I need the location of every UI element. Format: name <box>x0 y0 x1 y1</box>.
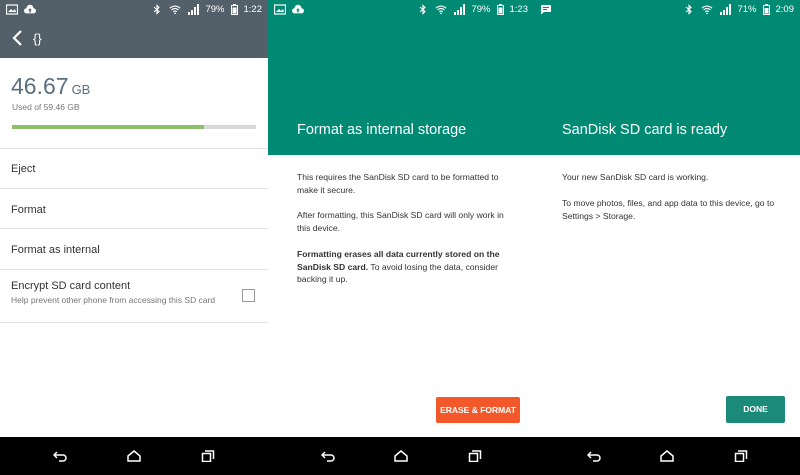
status-time: 1:22 <box>243 4 263 15</box>
move-data-text: To move photos, files, and app data to t… <box>562 198 775 221</box>
gallery-icon <box>6 4 18 15</box>
encrypt-sd-item[interactable]: Encrypt SD card content Help prevent oth… <box>0 269 268 323</box>
bluetooth-icon <box>420 4 427 15</box>
format-device-only-text: After formatting, this SanDisk SD card w… <box>297 210 504 233</box>
ready-header: SanDisk SD card is ready <box>534 0 800 155</box>
format-as-internal-label: Format as internal <box>11 244 100 256</box>
bluetooth-icon <box>154 4 161 15</box>
done-button[interactable]: DONE <box>726 396 785 423</box>
format-item[interactable]: Format <box>0 188 268 228</box>
home-icon[interactable] <box>660 450 674 462</box>
screenshot-stage: 79% 1:22 {} 46.67 GB Used of 59.46 GB Eje… <box>0 0 800 475</box>
used-storage-value: 46.67 GB <box>11 73 91 99</box>
back-icon[interactable] <box>321 450 335 462</box>
storage-settings-screen: 79% 1:22 {} 46.67 GB Used of 59.46 GB Eje… <box>0 0 268 475</box>
battery-percent: 79% <box>471 4 491 15</box>
signal-icon <box>188 4 200 15</box>
sd-card-ready-screen: SanDisk SD card is ready 71% 2:09 Your n… <box>534 0 800 475</box>
used-storage-caption: Used of 59.46 GB <box>12 102 80 112</box>
battery-icon <box>762 4 770 15</box>
format-internal-dialog-screen: Format as internal storage 79% 1:23 This… <box>268 0 534 475</box>
navigation-bar <box>534 437 800 475</box>
message-icon <box>541 5 551 15</box>
back-icon[interactable] <box>587 450 601 462</box>
gallery-icon <box>274 4 286 15</box>
status-bar: 71% 2:09 <box>534 0 800 20</box>
erase-format-button[interactable]: ERASE & FORMAT <box>436 397 520 423</box>
storage-progress-bar <box>12 125 256 129</box>
signal-icon <box>454 4 466 15</box>
eject-item[interactable]: Eject <box>0 148 268 188</box>
status-time: 1:23 <box>509 4 529 15</box>
home-icon[interactable] <box>127 450 141 462</box>
battery-icon <box>230 4 238 15</box>
navigation-bar <box>268 437 534 475</box>
storage-progress-fill <box>12 125 204 129</box>
home-icon[interactable] <box>394 450 408 462</box>
encrypt-checkbox[interactable] <box>242 289 255 302</box>
format-as-internal-item[interactable]: Format as internal <box>0 228 268 269</box>
battery-percent: 71% <box>737 4 757 15</box>
recents-icon[interactable] <box>734 450 748 462</box>
back-icon[interactable] <box>53 450 67 462</box>
signal-icon <box>720 4 732 15</box>
status-time: 2:09 <box>775 4 795 15</box>
status-bar: 79% 1:23 <box>268 0 534 20</box>
cloud-upload-icon <box>292 4 304 14</box>
card-working-text: Your new SanDisk SD card is working. <box>562 172 709 182</box>
format-warning-text: Formatting erases all data currently sto… <box>297 248 512 286</box>
bluetooth-icon <box>686 4 693 15</box>
recents-icon[interactable] <box>468 450 482 462</box>
ready-title: SanDisk SD card is ready <box>562 122 728 138</box>
dialog-header: Format as internal storage <box>268 0 534 155</box>
battery-percent: 79% <box>205 4 225 15</box>
wifi-icon <box>169 5 181 15</box>
back-arrow-icon[interactable] <box>8 28 28 48</box>
encrypt-description: Help prevent other phone from accessing … <box>11 295 216 305</box>
status-bar: 79% 1:22 <box>0 0 268 20</box>
dialog-title: Format as internal storage <box>297 122 467 138</box>
eject-label: Eject <box>11 163 36 175</box>
format-label: Format <box>11 204 46 216</box>
wifi-icon <box>701 5 713 15</box>
page-title: {} <box>33 31 42 46</box>
encrypt-label: Encrypt SD card content <box>11 280 131 292</box>
battery-icon <box>496 4 504 15</box>
wifi-icon <box>435 5 447 15</box>
navigation-bar <box>0 437 268 475</box>
cloud-upload-icon <box>24 4 36 14</box>
recents-icon[interactable] <box>201 450 215 462</box>
format-requirement-text: This requires the SanDisk SD card to be … <box>297 172 499 195</box>
